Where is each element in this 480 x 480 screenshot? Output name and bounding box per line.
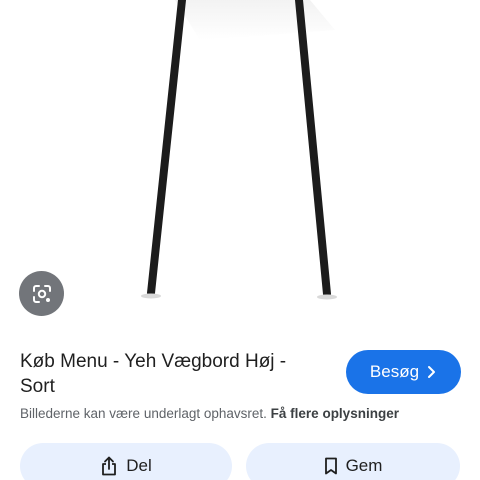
google-lens-button[interactable]	[19, 271, 64, 316]
bookmark-icon	[324, 457, 337, 475]
visit-button[interactable]: Besøg	[346, 350, 461, 394]
share-icon	[102, 456, 117, 476]
product-image[interactable]	[0, 0, 480, 330]
copyright-notice: Billederne kan være underlagt ophavsret.	[20, 406, 267, 421]
share-button-label: Del	[126, 456, 152, 475]
visit-button-label: Besøg	[369, 362, 420, 381]
save-button[interactable]: Gem	[246, 443, 460, 480]
share-button[interactable]: Del	[20, 443, 232, 480]
result-title[interactable]: Køb Menu - Yeh Vægbord Høj - Sort	[20, 349, 320, 399]
chevron-right-icon	[428, 366, 436, 378]
table-legs-illustration	[141, 0, 337, 300]
more-info-link[interactable]: Få flere oplysninger	[271, 406, 399, 421]
save-button-label: Gem	[345, 456, 383, 475]
google-lens-icon	[32, 284, 51, 303]
copyright-notice-row: Billederne kan være underlagt ophavsret.…	[20, 405, 470, 423]
